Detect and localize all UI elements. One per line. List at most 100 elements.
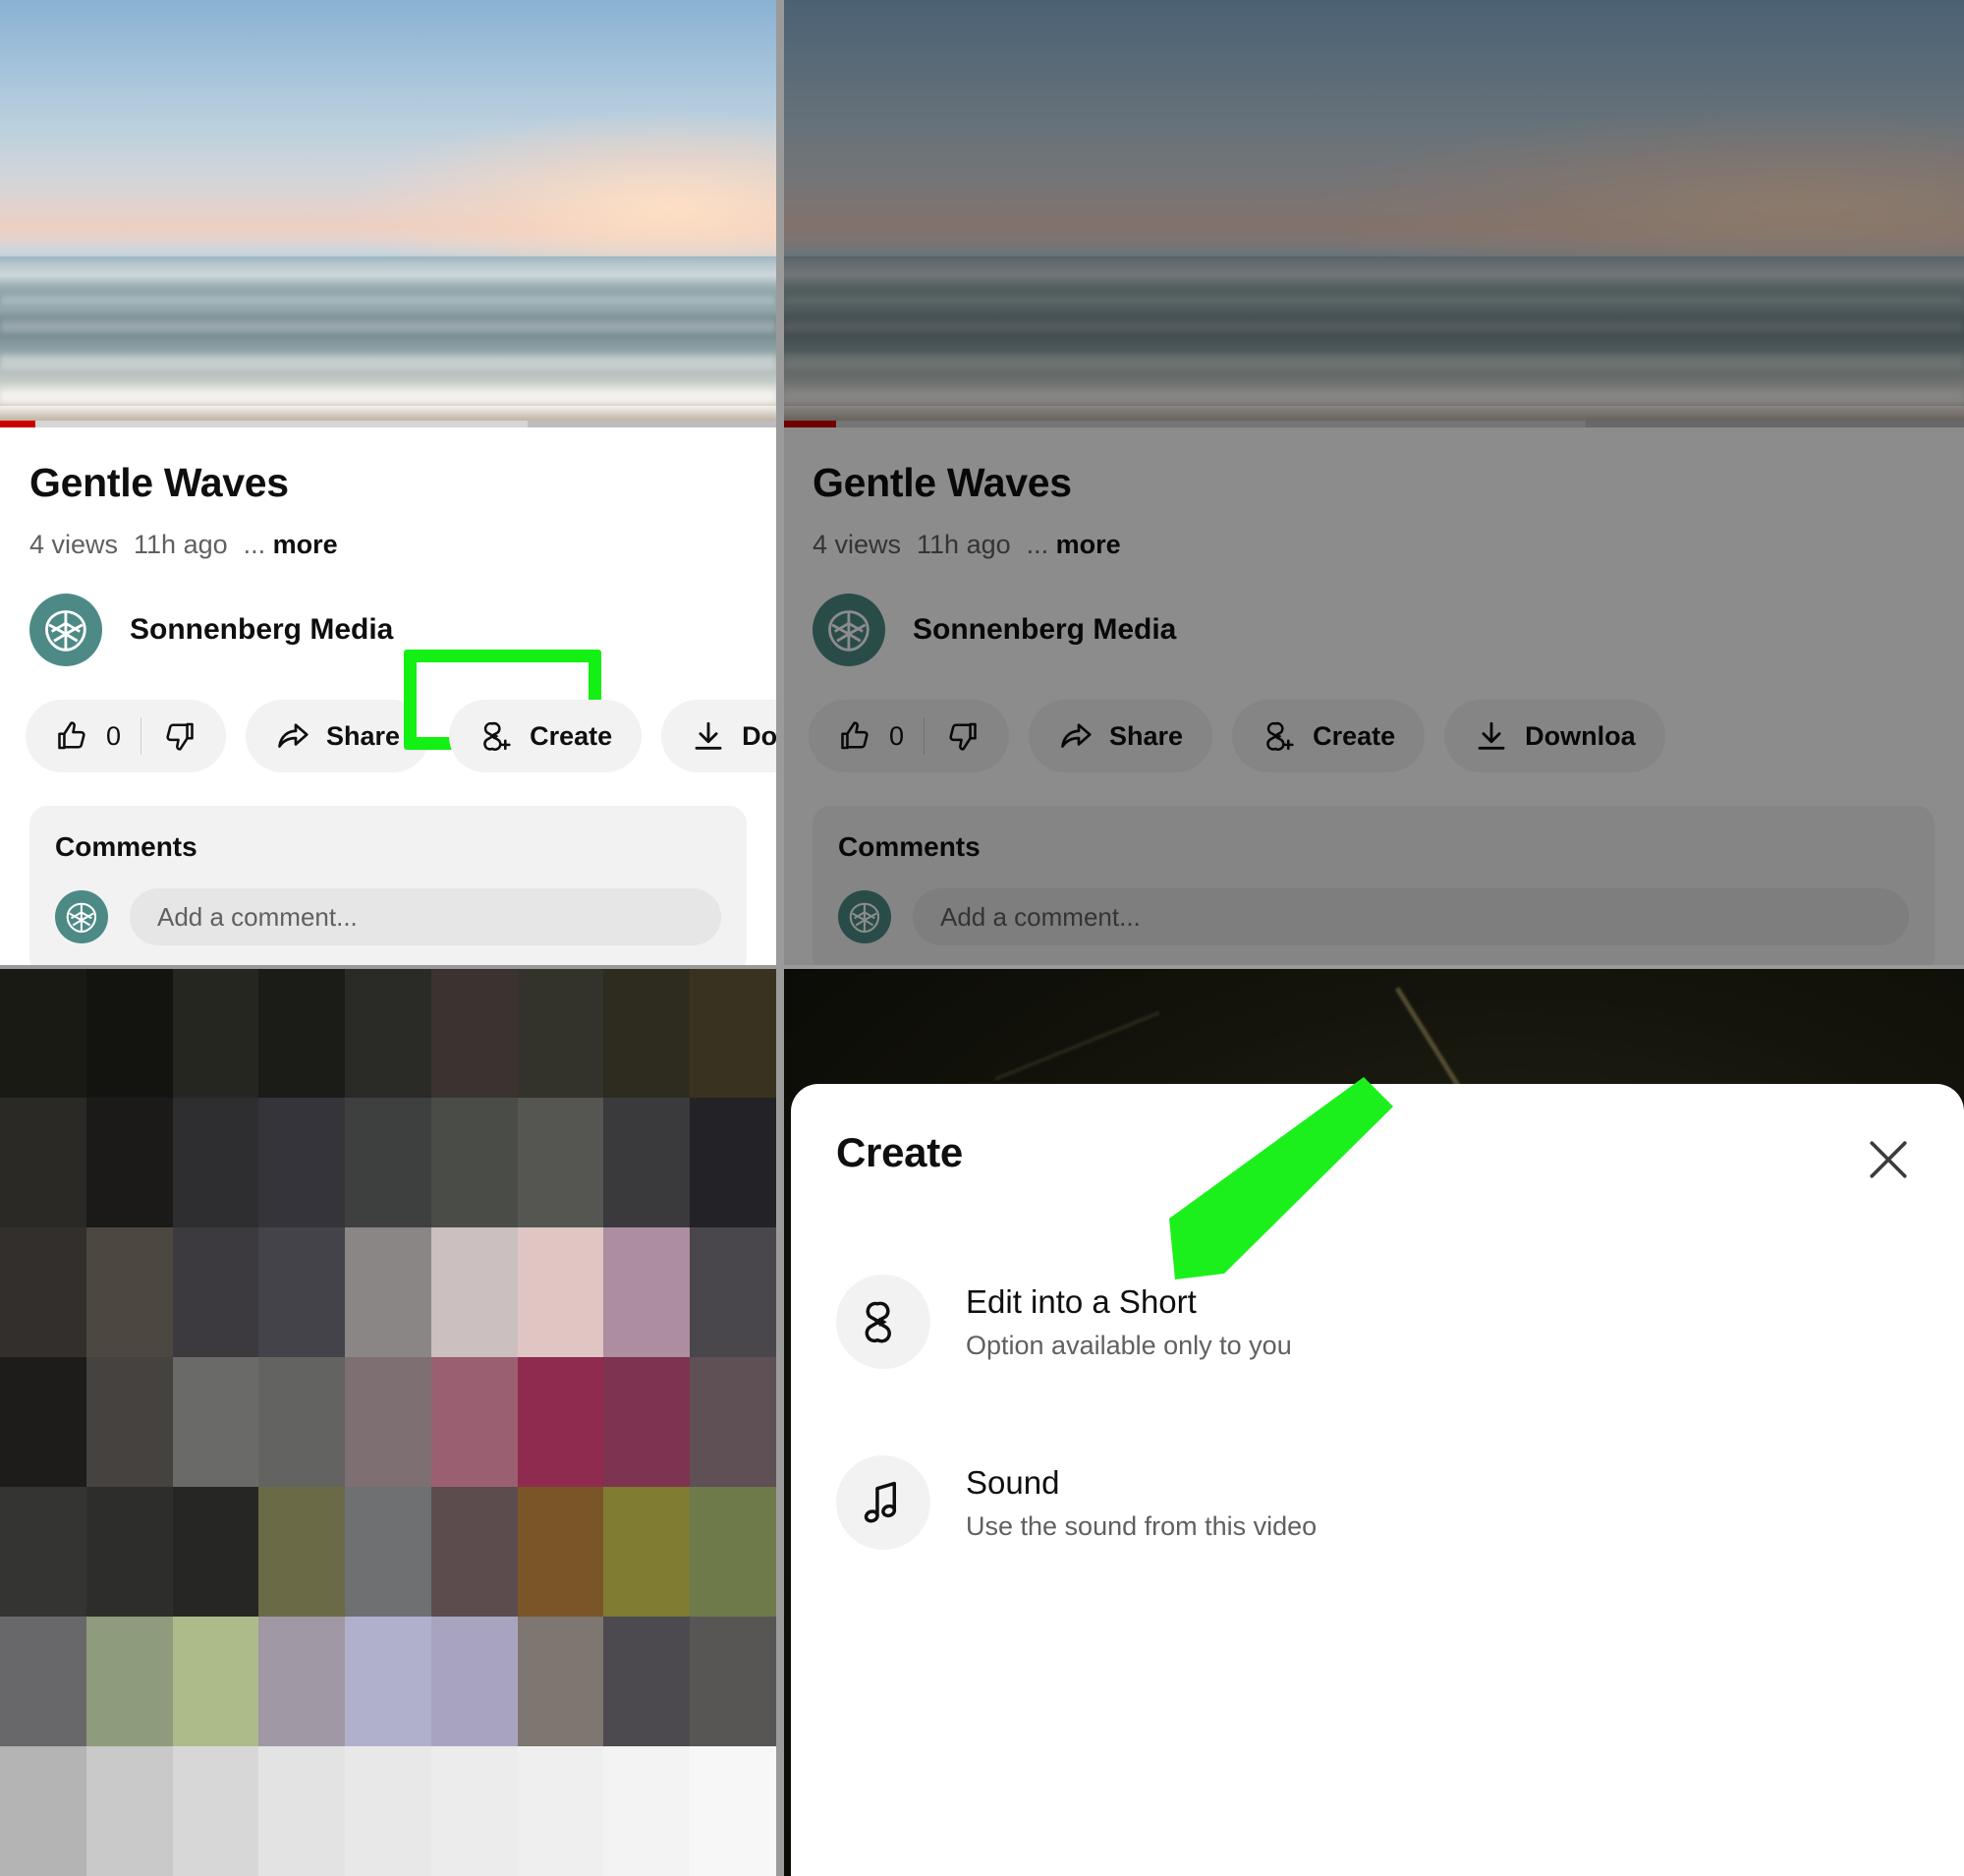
mosaic-cell	[345, 1487, 431, 1617]
video-progress-bar[interactable]	[783, 421, 1964, 427]
like-count: 0	[889, 720, 905, 751]
create-label: Create	[1313, 720, 1396, 751]
wave-foam	[783, 320, 1964, 333]
share-button[interactable]: Share	[246, 700, 430, 773]
add-comment-row[interactable]: Add a comment...	[838, 888, 1909, 946]
music-note-icon	[864, 1481, 897, 1523]
mosaic-cell	[517, 1617, 604, 1746]
leaf-logo-icon	[45, 609, 86, 652]
wave-foam	[783, 295, 1964, 305]
wave-foam	[783, 384, 1964, 407]
add-comment-row[interactable]: Add a comment...	[55, 888, 721, 946]
create-short-icon	[1266, 722, 1294, 752]
avatar[interactable]	[813, 594, 885, 667]
share-label: Share	[326, 720, 401, 751]
comment-input[interactable]: Add a comment...	[913, 888, 1909, 946]
comments-heading: Comments	[838, 831, 981, 863]
channel-name[interactable]: Sonnenberg Media	[130, 613, 393, 647]
mosaic-cell	[0, 1227, 86, 1357]
wave-foam	[0, 355, 776, 370]
shorts-icon-bubble	[836, 1275, 930, 1369]
create-bottom-sheet: Create Edit into a Short Option availabl…	[791, 1084, 1964, 1876]
channel-name[interactable]: Sonnenberg Media	[913, 613, 1176, 647]
comments-heading: Comments	[55, 831, 197, 863]
like-dislike-group[interactable]: 0	[809, 700, 1010, 773]
mosaic-cell	[172, 1098, 259, 1227]
like-dislike-group[interactable]: 0	[26, 700, 227, 773]
comments-card[interactable]: Comments Add a comment...	[29, 806, 747, 968]
mosaic-cell	[85, 1487, 173, 1617]
divider	[924, 717, 926, 756]
mosaic-cell	[258, 1746, 346, 1876]
download-label: Downloa	[1525, 720, 1636, 751]
edit-into-a-short-item[interactable]: Edit into a Short Option available only …	[791, 1241, 1964, 1402]
mosaic-cell	[603, 1098, 691, 1227]
video-player[interactable]	[0, 0, 776, 427]
thumbs-up-icon	[58, 721, 85, 750]
mosaic-cell	[690, 1746, 776, 1876]
mosaic-cell	[603, 1227, 691, 1357]
video-stats: 4 views 11h ago ... more	[29, 529, 747, 560]
wave-foam	[0, 320, 776, 333]
action-bar: 0 Share Create	[783, 666, 1964, 773]
close-button[interactable]	[1858, 1129, 1919, 1190]
more-link[interactable]: ... more	[1027, 529, 1121, 560]
comments-card[interactable]: Comments Add a comment...	[813, 806, 1935, 968]
branch-silhouette	[994, 1010, 1161, 1081]
mosaic-cell	[258, 1617, 346, 1746]
thumbs-down-icon	[949, 723, 977, 752]
sheet-header: Create	[791, 1084, 1964, 1190]
music-icon-bubble	[836, 1455, 930, 1550]
mosaic-cell	[258, 1357, 346, 1487]
channel-row[interactable]: Sonnenberg Media	[783, 560, 1964, 667]
sheet-title: Create	[836, 1129, 963, 1175]
create-button[interactable]: Create	[449, 700, 643, 773]
like-count: 0	[106, 720, 122, 751]
ellipsis: ...	[1026, 530, 1049, 560]
mosaic-cell	[172, 1617, 259, 1746]
progress-buffered	[783, 421, 1587, 427]
share-label: Share	[1109, 720, 1184, 751]
mosaic-cell	[85, 968, 173, 1098]
video-progress-bar[interactable]	[0, 421, 776, 427]
mosaic-cell	[172, 968, 259, 1098]
mosaic-cell	[603, 1617, 691, 1746]
mosaic-cell	[690, 1487, 776, 1617]
sheet-item-sub: Use the sound from this video	[966, 1510, 1318, 1541]
mosaic-cell	[690, 1098, 776, 1227]
mosaic-cell	[690, 1357, 776, 1487]
mosaic-cell	[172, 1227, 259, 1357]
video-player[interactable]	[783, 0, 1964, 427]
leaf-logo-icon	[849, 902, 880, 933]
mosaic-cell	[517, 1746, 604, 1876]
mosaic-cell	[345, 1617, 431, 1746]
mosaic-cell	[172, 1487, 259, 1617]
mosaic-cell	[603, 1487, 691, 1617]
comment-input[interactable]: Add a comment...	[130, 888, 721, 946]
sound-item[interactable]: Sound Use the sound from this video	[791, 1422, 1964, 1583]
avatar[interactable]	[29, 594, 102, 667]
sunset-glow	[349, 111, 776, 274]
more-link[interactable]: ... more	[244, 529, 338, 560]
video-stats: 4 views 11h ago ... more	[813, 529, 1935, 560]
share-button[interactable]: Share	[1029, 700, 1213, 773]
mosaic-cell	[517, 1098, 604, 1227]
wave-foam	[0, 295, 776, 305]
download-button[interactable]: Downloa	[661, 700, 776, 773]
more-label: more	[1055, 530, 1121, 560]
sheet-item-label: Sound	[966, 1463, 1060, 1501]
mosaic-cell	[85, 1617, 173, 1746]
upload-age: 11h ago	[134, 530, 228, 560]
create-button[interactable]: Create	[1232, 700, 1426, 773]
ellipsis: ...	[243, 530, 266, 560]
download-button[interactable]: Downloa	[1444, 700, 1665, 773]
mosaic-cell	[258, 1487, 346, 1617]
screenshot-stage: Gentle Waves 4 views 11h ago ... more So…	[0, 0, 1964, 1876]
mosaic-cell	[690, 1617, 776, 1746]
divider	[140, 717, 142, 756]
channel-row[interactable]: Sonnenberg Media	[0, 560, 776, 667]
mosaic-cell	[430, 1227, 518, 1357]
download-label: Downloa	[742, 720, 776, 751]
mosaic-cell	[345, 1357, 431, 1487]
page-title: Gentle Waves	[29, 460, 289, 505]
